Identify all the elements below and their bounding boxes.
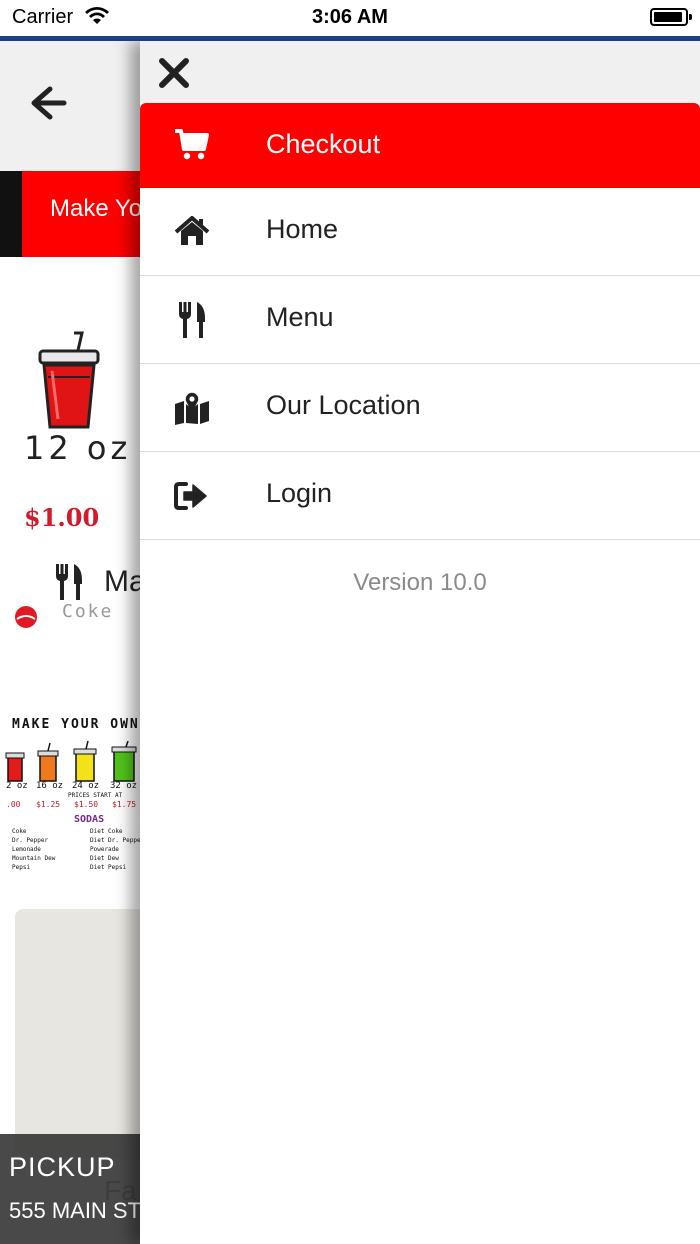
cup-size-label: 12 oz: [24, 429, 132, 467]
poster-title: MAKE YOUR OWN: [12, 717, 140, 732]
coke-item: Coke: [14, 599, 140, 639]
poster-price-1: .00: [6, 800, 21, 809]
menu-section-heading: Ma: [104, 565, 140, 598]
poster-soda-right-3: Powerade: [90, 846, 119, 853]
promo-banner-text: Make Yo: [50, 195, 140, 222]
poster-note: PRICES START AT: [68, 792, 123, 799]
utensils-icon: [174, 302, 210, 338]
pickup-address: 555 MAIN ST: [9, 1198, 140, 1223]
poster-soda-left-4: Mountain Dew: [12, 855, 56, 862]
back-arrow-icon[interactable]: [28, 83, 68, 123]
poster-soda-right-1: Diet Coke: [90, 828, 123, 835]
poster-soda-left-5: Pepsi: [12, 864, 31, 871]
featured-image-card[interactable]: [15, 909, 140, 1159]
poster-sodas-title: SODAS: [74, 814, 105, 825]
poster-soda-left-1: Coke: [12, 828, 27, 835]
home-icon: [174, 214, 210, 250]
cup-price-label: $1.00: [24, 503, 100, 532]
poster-size-1: 2 oz: [6, 781, 28, 791]
side-drawer: Checkout Home Menu Our Location Login Ve…: [140, 41, 700, 1244]
drawer-menu: Checkout Home Menu Our Location Login: [140, 103, 700, 540]
drawer-item-our-location[interactable]: Our Location: [140, 364, 700, 452]
poster-price-4: $1.75: [112, 800, 137, 809]
poster-soda-right-5: Diet Pepsi: [90, 864, 127, 871]
sign-in-icon: [174, 478, 210, 514]
poster-soda-right-2: Diet Dr. Pepper: [90, 837, 140, 844]
drawer-item-menu[interactable]: Menu: [140, 276, 700, 364]
drawer-item-label: Menu: [266, 302, 334, 332]
background-header: [0, 41, 140, 171]
poster-size-2: 16 oz: [36, 781, 64, 791]
pickup-title: PICKUP: [9, 1152, 116, 1182]
app-version: Version 10.0: [353, 569, 487, 596]
poster-price-2: $1.25: [36, 800, 61, 809]
soda-cup-icon: [36, 331, 102, 436]
drawer-header: [140, 41, 700, 103]
drawer-item-label: Home: [266, 214, 339, 244]
poster-cup-orange-icon: [37, 742, 59, 782]
poster-price-3: $1.50: [74, 800, 99, 809]
background-page: Make Yo 12 oz $1.00 Ma Coke MAKE YOUR OW…: [0, 41, 140, 1244]
app-screen: Carrier 3:06 AM Make Yo 12 oz $1.00 Ma C…: [0, 0, 700, 1244]
drawer-item-login[interactable]: Login: [140, 452, 700, 540]
drawer-item-label: Login: [266, 478, 333, 508]
nav-accent-line: [0, 36, 700, 41]
clock: 3:06 AM: [312, 6, 388, 28]
status-bar: Carrier 3:06 AM: [0, 0, 700, 36]
battery-icon: [650, 8, 692, 26]
poster-cup-yellow-icon: [73, 741, 97, 782]
drawer-item-checkout[interactable]: Checkout: [140, 103, 700, 188]
poster-cup-red-icon: [5, 752, 25, 782]
pickup-footer[interactable]: PICKUP 555 MAIN ST: [0, 1134, 140, 1244]
banner-edge: [0, 171, 22, 257]
poster-soda-left-3: Lemonade: [12, 846, 41, 853]
close-icon[interactable]: [156, 55, 192, 91]
coke-label: Coke: [62, 601, 114, 622]
promo-banner[interactable]: Make Yo: [0, 171, 140, 257]
drawer-item-home[interactable]: Home: [140, 188, 700, 276]
cart-icon: [174, 127, 210, 163]
drawer-item-label: Checkout: [266, 129, 381, 159]
poster-cup-green-icon: [111, 741, 137, 782]
poster-soda-left-2: Dr. Pepper: [12, 837, 49, 844]
map-icon: [174, 390, 210, 426]
poster-soda-right-4: Diet Dew: [90, 855, 119, 862]
soda-poster: MAKE YOUR OWN 2 oz 16 oz 24 oz 32 oz PRI…: [0, 671, 140, 871]
poster-size-3: 24 oz: [72, 781, 100, 791]
drawer-item-label: Our Location: [266, 390, 421, 420]
poster-size-4: 32 oz: [110, 781, 138, 791]
